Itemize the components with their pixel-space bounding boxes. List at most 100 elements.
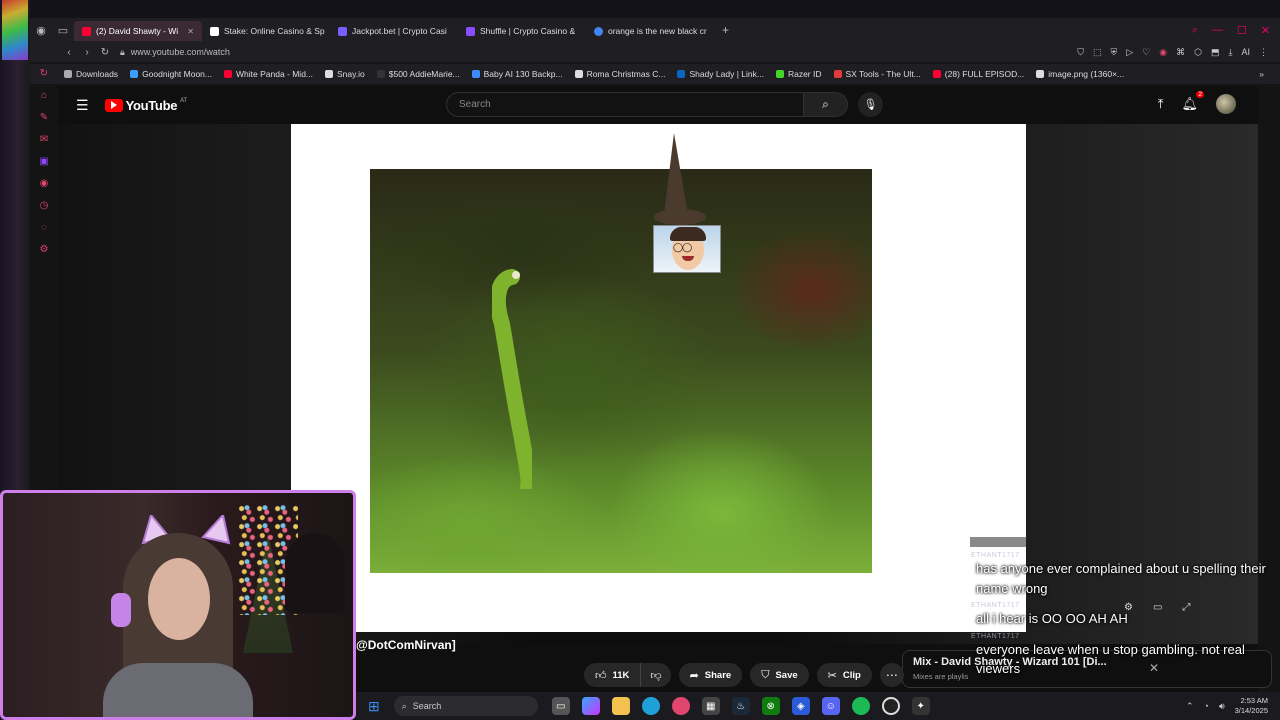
close-icon[interactable]: ✕ [187, 27, 194, 36]
tab-youtube[interactable]: (2) David Shawty - Wi ✕ [74, 21, 202, 41]
like-button[interactable]: 👍︎ 11K [584, 663, 642, 687]
bookmark-item[interactable]: Goodnight Moon... [130, 69, 212, 79]
obs-icon[interactable] [881, 697, 900, 715]
notes-icon[interactable]: ✎ [40, 112, 48, 123]
tab-stake[interactable]: Stake: Online Casino & Sp [202, 21, 330, 41]
heart-icon[interactable]: ♡ [1142, 47, 1150, 58]
windows-start-icon[interactable]: ⊞ [368, 698, 380, 715]
app-icon[interactable]: ✦ [911, 697, 930, 715]
bookmark-item[interactable]: SX Tools - The Ult... [833, 69, 921, 79]
copilot-icon[interactable] [581, 697, 600, 715]
capture-icon[interactable]: ⬚ [1093, 47, 1102, 58]
save-button[interactable]: ⛉ Save [750, 663, 809, 687]
wallet-icon[interactable]: ⬒ [1211, 47, 1220, 58]
minimize-icon[interactable]: — [1212, 24, 1223, 36]
back-icon[interactable]: ‹ [60, 47, 78, 58]
bookmark-icon[interactable]: ⛉ [1077, 47, 1084, 58]
taskbar-search[interactable]: ⌕ Search [393, 696, 538, 716]
search-button[interactable]: ⌕ [804, 92, 848, 117]
more-menu-icon[interactable]: ⋮ [1259, 47, 1268, 58]
volume-icon[interactable]: 🔊︎ [1219, 701, 1225, 712]
tray-overflow-icon[interactable]: ⌃ [1186, 701, 1194, 712]
video-frame[interactable]: ◯◯ [291, 124, 1026, 632]
reload-icon[interactable]: ↻ [96, 47, 114, 58]
bookmark-item[interactable]: Downloads [64, 69, 118, 79]
mic-icon: 🎙︎ [863, 99, 878, 111]
bookmark-item[interactable]: Roma Christmas C... [574, 69, 665, 79]
ai-extension-icon[interactable]: ⌘ [1176, 47, 1185, 58]
jackpot-favicon-icon [338, 26, 347, 36]
shield-icon[interactable]: ⛨ [1111, 47, 1118, 58]
tab-shuffle[interactable]: Shuffle | Crypto Casino & [458, 21, 586, 41]
bookmark-item[interactable]: White Panda - Mid... [224, 69, 313, 79]
download-icon[interactable]: ⤓ [1229, 47, 1233, 58]
tab-overview-icon[interactable]: ▭ [52, 18, 74, 42]
twitch-icon[interactable]: ▣ [39, 156, 48, 167]
task-view-icon[interactable]: ▭ [551, 697, 570, 715]
voice-search-button[interactable]: 🎙︎ [858, 92, 883, 117]
new-tab-icon[interactable]: + [714, 23, 737, 37]
tab-jackpot[interactable]: Jackpot.bet | Crypto Casi [330, 21, 458, 41]
discord-icon[interactable]: ☺ [821, 697, 840, 715]
xbox-icon[interactable]: ⊗ [761, 697, 780, 715]
video-progress-bar[interactable] [300, 587, 968, 590]
youtube-header: ☰ YouTube AT Search ⌕ 🎙︎ ⤒ 🔔︎ 2 [58, 86, 1258, 124]
tab-label: Stake: Online Casino & Sp [224, 26, 325, 36]
youtube-logo[interactable]: YouTube AT [104, 98, 187, 113]
extension-red-icon[interactable]: ◉ [1159, 47, 1167, 58]
opera-gx-icon[interactable] [671, 697, 690, 715]
notifications-button[interactable]: 🔔︎ 2 [1181, 91, 1204, 112]
history-icon[interactable]: ↻ [40, 68, 48, 79]
bookmark-item[interactable]: image.png (1360×... [1036, 69, 1124, 79]
linkedin-favicon-icon [677, 70, 686, 78]
bookmark-item[interactable]: Baby AI 130 Backp... [471, 69, 563, 79]
forward-icon[interactable]: › [78, 47, 96, 58]
upload-icon[interactable]: ⤒ [1158, 96, 1164, 112]
clip-button[interactable]: ✂ Clip [816, 663, 872, 687]
tab-google[interactable]: orange is the new black cr [586, 21, 714, 41]
bookmark-item[interactable]: Shady Lady | Link... [677, 69, 764, 79]
video-actions: 👍︎ 11K 👎︎ ➦ Share ⛉ Save ✂ Clip ⋯ [584, 663, 904, 687]
bookmark-item[interactable]: Snay.io [325, 69, 365, 79]
more-icon: ⋯ [885, 668, 898, 682]
steam-icon[interactable]: ♨ [731, 697, 750, 715]
youtube-favicon-icon [932, 70, 941, 78]
ai-icon[interactable]: AI [1241, 47, 1250, 58]
search-input[interactable]: Search [446, 92, 804, 117]
file-explorer-icon[interactable] [611, 697, 630, 715]
url-field[interactable]: 🔒︎ www.youtube.com/watch [120, 47, 230, 58]
channel-handle[interactable]: @DotComNirvan] [356, 638, 456, 652]
maximize-icon[interactable]: ☐ [1237, 24, 1247, 37]
bookmark-item[interactable]: (28) FULL EPISOD... [932, 69, 1024, 79]
settings-icon[interactable]: ⚙ [40, 244, 49, 255]
chat-icon[interactable]: ◌ [41, 222, 47, 233]
bookmark-item[interactable]: Razer ID [775, 69, 822, 79]
vpn-icon[interactable]: ◈ [791, 697, 810, 715]
edge-icon[interactable] [641, 697, 660, 715]
youtube-play-icon [104, 98, 123, 112]
browser-menu-icon[interactable]: ◉ [30, 18, 52, 42]
network-icon[interactable]: ◔ [1204, 701, 1209, 711]
play-icon[interactable]: ▷ [1126, 47, 1133, 58]
bookmarks-overflow-icon[interactable]: » [1259, 69, 1264, 79]
avatar[interactable] [1216, 94, 1236, 114]
menu-icon[interactable]: ☰ [76, 97, 89, 114]
spotify-icon[interactable] [851, 697, 870, 715]
more-actions-button[interactable]: ⋯ [879, 663, 904, 687]
clock[interactable]: 2:53 AM 3/14/2025 [1235, 696, 1268, 716]
store-icon[interactable]: ▦ [701, 697, 720, 715]
mail-icon[interactable]: ✉ [40, 134, 48, 145]
search-tabs-icon[interactable]: ⌕ [1192, 24, 1198, 37]
streamer-image [93, 515, 253, 717]
bookmark-item[interactable]: $500 AddieMarie... [376, 69, 460, 79]
panel-icon[interactable]: ⌂ [41, 90, 47, 101]
time-text: 2:53 AM [1240, 696, 1268, 706]
video-scene [370, 169, 872, 573]
clock-icon[interactable]: ◷ [40, 200, 49, 211]
music-icon[interactable]: ◉ [40, 178, 49, 189]
extensions-icon[interactable]: ⬡ [1194, 47, 1202, 58]
share-button[interactable]: ➦ Share [678, 663, 743, 687]
close-window-icon[interactable]: ✕ [1261, 24, 1270, 37]
lock-icon: 🔒︎ [120, 46, 125, 57]
dislike-button[interactable]: 👎︎ [641, 663, 671, 687]
